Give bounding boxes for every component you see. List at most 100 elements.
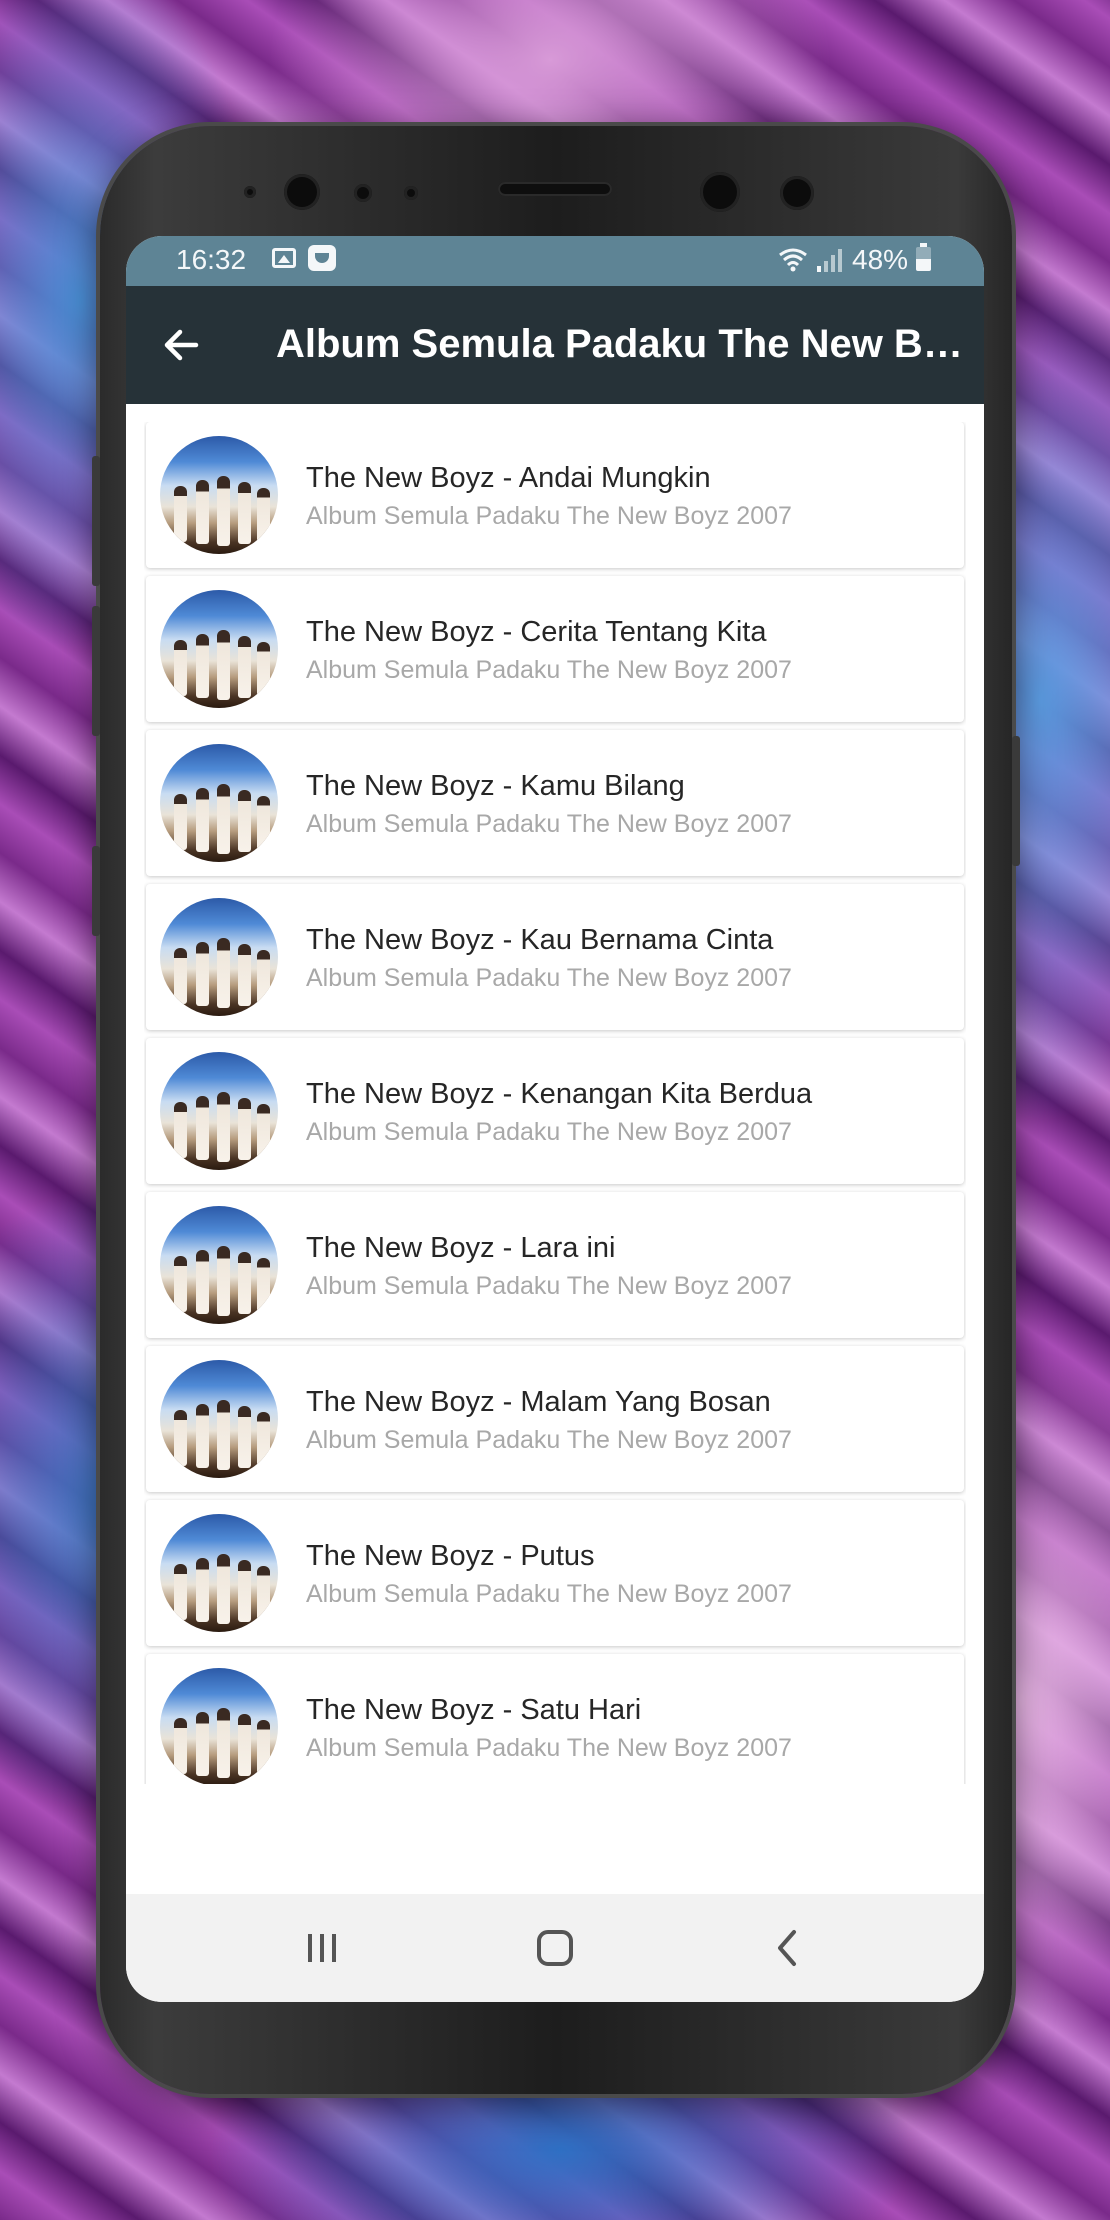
band-member-figure bbox=[196, 1250, 209, 1314]
band-member-figure bbox=[257, 1720, 270, 1774]
band-member-figure bbox=[196, 1558, 209, 1622]
song-title: The New Boyz - Kenangan Kita Berdua bbox=[306, 1078, 813, 1110]
volume-button bbox=[92, 456, 100, 586]
band-member-figure bbox=[217, 784, 230, 854]
band-member-figure bbox=[196, 480, 209, 544]
recent-apps-icon[interactable] bbox=[292, 1918, 352, 1978]
band-member-figure bbox=[174, 1564, 187, 1620]
song-album: Album Semula Padaku The New Boyz 2007 bbox=[306, 502, 792, 530]
album-cover-image bbox=[160, 436, 278, 554]
song-album: Album Semula Padaku The New Boyz 2007 bbox=[306, 810, 792, 838]
song-title: The New Boyz - Putus bbox=[306, 1540, 595, 1572]
album-cover-image bbox=[160, 1206, 278, 1324]
phone-frame: 16:32 48% Album Semula Padaku The New Bo… bbox=[92, 126, 1020, 2094]
band-member-figure bbox=[217, 1554, 230, 1624]
song-album: Album Semula Padaku The New Boyz 2007 bbox=[306, 1272, 792, 1300]
signal-icon bbox=[817, 249, 842, 272]
band-member-figure bbox=[257, 796, 270, 850]
band-member-figure bbox=[257, 1566, 270, 1620]
song-title: The New Boyz - Lara ini bbox=[306, 1232, 616, 1264]
song-item[interactable]: The New Boyz - Kamu Bilang Album Semula … bbox=[146, 730, 964, 876]
band-member-figure bbox=[257, 1104, 270, 1158]
iris-camera bbox=[284, 174, 320, 210]
status-time: 16:32 bbox=[176, 244, 247, 275]
song-album: Album Semula Padaku The New Boyz 2007 bbox=[306, 1734, 792, 1762]
band-member-figure bbox=[217, 1092, 230, 1162]
song-item[interactable]: The New Boyz - Cerita Tentang Kita Album… bbox=[146, 576, 964, 722]
song-title: The New Boyz - Satu Hari bbox=[306, 1694, 642, 1726]
band-member-figure bbox=[196, 1404, 209, 1468]
band-member-figure bbox=[238, 1714, 251, 1776]
album-cover-image bbox=[160, 1052, 278, 1170]
song-album: Album Semula Padaku The New Boyz 2007 bbox=[306, 1118, 792, 1146]
song-item[interactable]: The New Boyz - Kau Bernama Cinta Album S… bbox=[146, 884, 964, 1030]
band-member-figure bbox=[174, 1256, 187, 1312]
band-member-figure bbox=[196, 942, 209, 1006]
band-member-figure bbox=[217, 1246, 230, 1316]
screen: 16:32 48% Album Semula Padaku The New Bo… bbox=[126, 236, 984, 2002]
band-member-figure bbox=[217, 1708, 230, 1778]
arrow-left-icon[interactable] bbox=[156, 320, 206, 370]
chevron-left-icon[interactable] bbox=[758, 1918, 818, 1978]
song-album: Album Semula Padaku The New Boyz 2007 bbox=[306, 1426, 792, 1454]
band-member-figure bbox=[196, 634, 209, 698]
song-item[interactable]: The New Boyz - Malam Yang Bosan Album Se… bbox=[146, 1346, 964, 1492]
song-list[interactable]: The New Boyz - Andai Mungkin Album Semul… bbox=[144, 422, 966, 1784]
band-member-figure bbox=[174, 794, 187, 850]
proximity-sensor bbox=[244, 186, 256, 198]
band-member-figure bbox=[257, 488, 270, 542]
volume-button-lower bbox=[92, 606, 100, 736]
band-member-figure bbox=[257, 1412, 270, 1466]
earpiece-speaker bbox=[498, 182, 612, 196]
band-member-figure bbox=[196, 1096, 209, 1160]
band-member-figure bbox=[238, 944, 251, 1006]
album-cover-image bbox=[160, 1668, 278, 1784]
song-item[interactable]: The New Boyz - Satu Hari Album Semula Pa… bbox=[146, 1654, 964, 1784]
band-member-figure bbox=[174, 640, 187, 696]
band-member-figure bbox=[257, 1258, 270, 1312]
song-item[interactable]: The New Boyz - Andai Mungkin Album Semul… bbox=[146, 422, 964, 568]
band-member-figure bbox=[174, 1410, 187, 1466]
bixby-button bbox=[92, 846, 100, 936]
band-member-figure bbox=[174, 948, 187, 1004]
home-icon[interactable] bbox=[525, 1918, 585, 1978]
song-album: Album Semula Padaku The New Boyz 2007 bbox=[306, 656, 792, 684]
song-title: The New Boyz - Malam Yang Bosan bbox=[306, 1386, 771, 1418]
power-button bbox=[1012, 736, 1020, 866]
app-bar: Album Semula Padaku The New Boyz 2007 bbox=[126, 286, 984, 404]
song-item[interactable]: The New Boyz - Lara ini Album Semula Pad… bbox=[146, 1192, 964, 1338]
band-member-figure bbox=[238, 1560, 251, 1622]
front-camera bbox=[700, 172, 740, 212]
song-title: The New Boyz - Cerita Tentang Kita bbox=[306, 616, 767, 648]
song-item[interactable]: The New Boyz - Putus Album Semula Padaku… bbox=[146, 1500, 964, 1646]
song-item[interactable]: The New Boyz - Kenangan Kita Berdua Albu… bbox=[146, 1038, 964, 1184]
band-member-figure bbox=[238, 636, 251, 698]
song-title: The New Boyz - Kamu Bilang bbox=[306, 770, 685, 802]
band-member-figure bbox=[217, 1400, 230, 1470]
battery-percentage: 48% bbox=[852, 244, 909, 275]
song-title: The New Boyz - Kau Bernama Cinta bbox=[306, 924, 774, 956]
album-cover-image bbox=[160, 744, 278, 862]
app-notification-icon bbox=[308, 245, 336, 271]
page-title: Album Semula Padaku The New Boyz 2007 bbox=[276, 322, 966, 366]
album-cover-image bbox=[160, 1360, 278, 1478]
band-member-figure bbox=[238, 790, 251, 852]
band-member-figure bbox=[174, 486, 187, 542]
image-notification-icon bbox=[272, 248, 296, 268]
album-cover-image bbox=[160, 1514, 278, 1632]
light-sensor bbox=[354, 184, 372, 202]
wifi-icon bbox=[779, 248, 807, 272]
battery-icon bbox=[916, 243, 931, 271]
album-cover-image bbox=[160, 590, 278, 708]
band-member-figure bbox=[217, 476, 230, 546]
band-member-figure bbox=[238, 482, 251, 544]
iris-sensor bbox=[780, 176, 814, 210]
navigation-bar bbox=[126, 1894, 984, 2002]
band-member-figure bbox=[196, 788, 209, 852]
status-bar: 16:32 48% bbox=[126, 236, 984, 286]
led-indicator bbox=[404, 186, 418, 200]
band-member-figure bbox=[257, 950, 270, 1004]
song-title: The New Boyz - Andai Mungkin bbox=[306, 462, 711, 494]
song-album: Album Semula Padaku The New Boyz 2007 bbox=[306, 964, 792, 992]
band-member-figure bbox=[217, 630, 230, 700]
